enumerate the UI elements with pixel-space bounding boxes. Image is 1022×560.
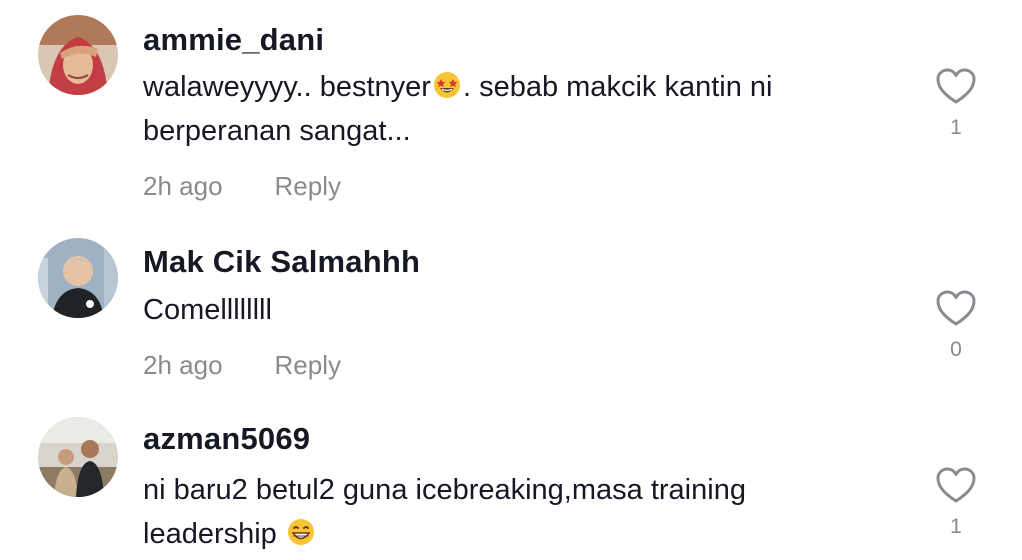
comment-meta: 2h ago Reply [143,171,341,202]
heart-outline-icon[interactable] [934,288,978,328]
username[interactable]: ammie_dani [143,22,324,58]
comment-text: Comellllllll [143,294,272,326]
star-struck-emoji [433,72,460,98]
avatar[interactable] [38,417,118,497]
avatar[interactable] [38,238,118,318]
comment-text-part: leadership [143,518,285,550]
avatar[interactable] [38,15,118,95]
like-count: 1 [950,515,962,538]
comment-meta: 2h ago Reply [143,350,341,381]
comment-item: Mak Cik Salmahhh Comellllllll 2h ago Repl… [0,230,1022,400]
comment-item: azman5069 ni baru2 betul2 guna icebreaki… [0,405,1022,560]
reply-button[interactable]: Reply [275,350,341,380]
comment-text-part: walaweyyyy.. bestnyer [143,71,431,103]
comment-time: 2h ago [143,171,223,201]
like-count: 1 [950,116,962,139]
like-control: 0 [934,288,978,362]
like-count: 0 [950,338,962,361]
comment-text: walaweyyyy.. bestnyer . sebab makcik kan… [143,65,873,153]
username[interactable]: azman5069 [143,421,310,457]
username[interactable]: Mak Cik Salmahhh [143,244,420,280]
reply-button[interactable]: Reply [275,171,341,201]
comment-text-part: . sebab makcik kantin ni [462,71,773,103]
like-control: 1 [934,66,978,140]
comment-time: 2h ago [143,350,223,380]
comment-text: ni baru2 betul2 guna icebreaking,masa tr… [143,468,873,556]
grinning-emoji [287,519,314,545]
comment-text-part: berperanan sangat... [143,115,411,147]
heart-outline-icon[interactable] [934,66,978,106]
heart-outline-icon[interactable] [934,465,978,505]
comment-text-part: ni baru2 betul2 guna icebreaking,masa tr… [143,474,746,506]
comment-item: ammie_dani walaweyyyy.. bestnyer . sebab… [0,0,1022,215]
like-control: 1 [934,465,978,539]
